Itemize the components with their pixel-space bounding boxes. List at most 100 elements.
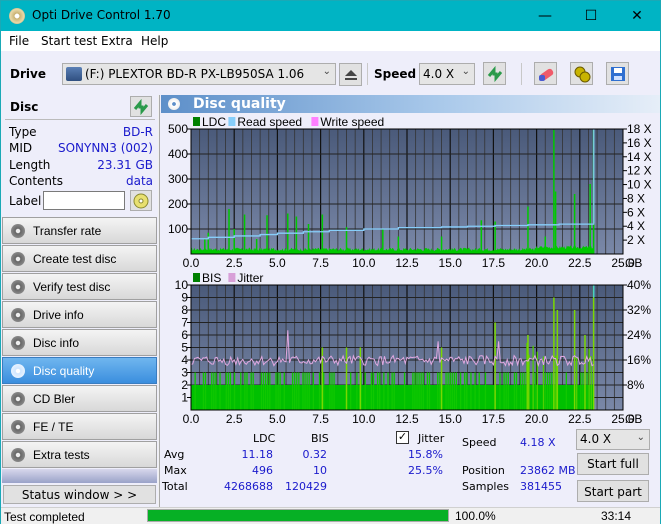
refresh-button[interactable] [483, 62, 506, 85]
nav-transfer-rate[interactable]: Transfer rate [2, 217, 157, 244]
speed-label: Speed [374, 67, 417, 81]
start-full-button[interactable]: Start full [577, 453, 649, 475]
nav-cd-bler[interactable]: CD Bler [2, 385, 157, 412]
speed-select[interactable]: 4.0 X ⌄ [419, 63, 475, 85]
disc-title: Disc [10, 100, 39, 114]
drive-select[interactable]: (F:) PLEXTOR BD-R PX-LB950SA 1.06 ⌄ [62, 63, 336, 85]
y-tick-label: 10 [175, 278, 189, 292]
chevron-down-icon: ⌄ [636, 432, 645, 443]
col-jitter: Jitter [418, 432, 445, 445]
row-max-label: Max [164, 464, 187, 477]
y2-tick-label: 8 X [627, 191, 645, 205]
y2-tick-label: 10 X [627, 178, 652, 192]
nav-disc-info[interactable]: Disc info [2, 329, 157, 356]
save-button[interactable] [606, 62, 629, 85]
test-speed-select[interactable]: 4.0 X ⌄ [576, 429, 650, 450]
chevron-down-icon: ⌄ [322, 66, 331, 77]
y2-tick-label: 16% [627, 353, 651, 367]
x-tick-label: 12.5 [395, 412, 419, 426]
disc-value: 23.31 GB [97, 158, 153, 172]
gears-icon [574, 66, 590, 82]
max-ldc: 496 [252, 464, 273, 477]
nav-create-test-disc[interactable]: Create test disc [2, 245, 157, 272]
avg-ldc: 11.18 [241, 448, 274, 461]
samples-label: Samples [462, 480, 509, 493]
erase-button[interactable] [534, 62, 557, 85]
disc-length-row: Length 23.31 GB [9, 158, 153, 174]
nav-verify-test-disc[interactable]: Verify test disc [2, 273, 157, 300]
disc-type-row: Type BD-R [9, 125, 153, 141]
legend-swatch [193, 117, 200, 126]
app-disc-icon [9, 8, 25, 24]
floppy-disk-icon [610, 66, 625, 81]
total-bis: 120429 [285, 480, 327, 493]
close-button[interactable]: ✕ [614, 1, 660, 31]
x-tick-label: 15.0 [439, 256, 463, 270]
x-tick-label: 7.5 [312, 412, 329, 426]
label-disc-button[interactable] [130, 190, 152, 211]
test-speed-value: 4.0 X [580, 432, 612, 446]
x-tick-label: 2.5 [226, 256, 243, 270]
jitter-checkbox[interactable]: ✓ [396, 431, 409, 444]
y2-tick-label: 16 X [627, 136, 652, 150]
status-text: Test completed [4, 510, 85, 524]
y2-tick-label: 32% [627, 303, 651, 317]
y-tick-label: 5 [181, 341, 188, 355]
disc-header: Disc [3, 95, 156, 119]
samples-value: 381455 [520, 480, 562, 493]
x-tick-label: 5.0 [269, 412, 286, 426]
minimize-button[interactable]: — [522, 1, 568, 31]
nav-extra-tests[interactable]: Extra tests [2, 441, 157, 468]
y2-tick-label: 24% [627, 328, 651, 342]
menu-extra[interactable]: Extra [101, 34, 133, 48]
nav-drive-info[interactable]: Drive info [2, 301, 157, 328]
disc-icon [11, 308, 25, 322]
nav-label: FE / TE [33, 420, 74, 434]
drive-label: Drive [10, 67, 46, 81]
settings-button[interactable] [570, 62, 593, 85]
nav-label: Disc quality [33, 364, 95, 378]
y-tick-label: 1 [181, 391, 188, 405]
start-part-button[interactable]: Start part [577, 480, 649, 502]
y2-tick-label: 12 X [627, 164, 652, 178]
y-tick-label: 400 [168, 147, 188, 161]
y-tick-label: 2 [181, 378, 188, 392]
panel-header: Disc quality [161, 95, 660, 113]
nav-fe-te[interactable]: FE / TE [2, 413, 157, 440]
y2-tick-label: 6 X [627, 205, 645, 219]
speed-stat-label: Speed [462, 436, 497, 449]
nav-label: Create test disc [33, 252, 117, 266]
disc-icon [11, 448, 25, 462]
maximize-button[interactable]: ☐ [568, 1, 614, 31]
x-tick-label: 0.0 [183, 412, 200, 426]
disc-icon [11, 252, 25, 266]
app-window: Opti Drive Control 1.70 — ☐ ✕ File Start… [0, 0, 661, 524]
disc-refresh-button[interactable] [130, 96, 152, 117]
panel-title: Disc quality [193, 96, 286, 112]
nav-disc-quality[interactable]: Disc quality [2, 357, 157, 384]
eject-button[interactable] [339, 63, 362, 86]
disc-key: Contents [9, 174, 63, 188]
legend-label: Jitter [237, 271, 263, 285]
menu-start-test[interactable]: Start test [41, 34, 97, 48]
nav-label: Transfer rate [33, 224, 102, 238]
y-tick-label: 8 [181, 303, 188, 317]
title-bar: Opti Drive Control 1.70 — ☐ ✕ [1, 1, 660, 31]
x-tick-label: 7.5 [312, 256, 329, 270]
label-input[interactable] [43, 191, 125, 210]
y-tick-label: 500 [168, 122, 188, 136]
menu-bar: File Start test Extra Help [1, 31, 660, 51]
x-tick-label: 2.5 [226, 412, 243, 426]
menu-help[interactable]: Help [141, 34, 168, 48]
speed-stat-value: 4.18 X [520, 436, 556, 449]
y2-tick-label: 40% [627, 278, 651, 292]
status-window-button[interactable]: Status window > > [3, 485, 156, 504]
disc-contents-row: Contents data [9, 174, 153, 190]
y2-tick-label: 8% [627, 378, 645, 392]
menu-file[interactable]: File [9, 34, 29, 48]
x-axis-label: GB [625, 256, 642, 270]
y-tick-label: 100 [168, 222, 188, 236]
elapsed-time: 33:14 [601, 509, 632, 523]
max-bis: 10 [313, 464, 327, 477]
y-tick-label: 7 [181, 316, 188, 330]
